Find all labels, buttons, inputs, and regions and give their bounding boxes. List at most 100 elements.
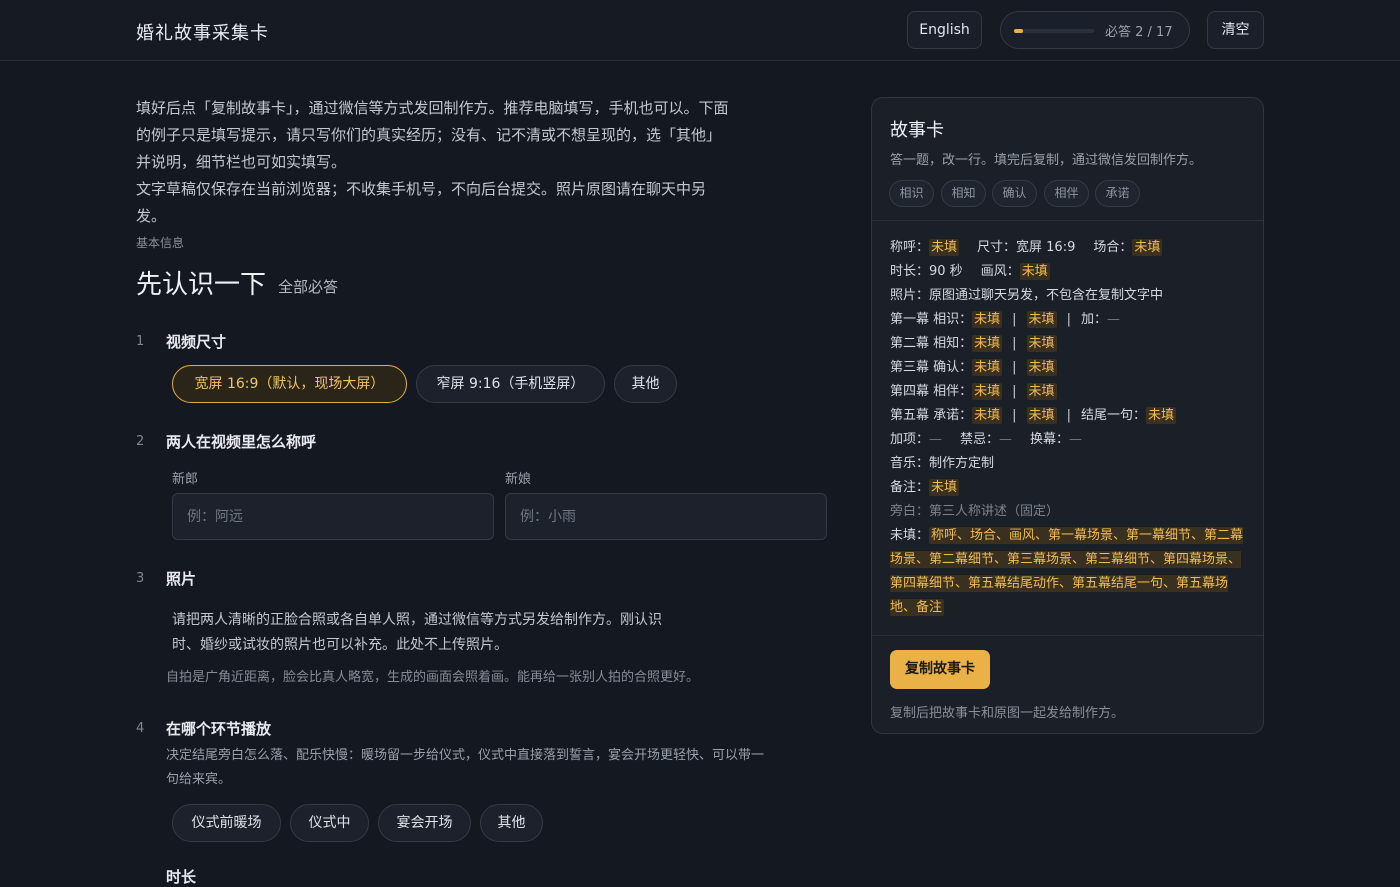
summary-line: 加项：— 禁忌：— 换幕：— <box>890 428 1250 452</box>
summary-line: 备注： 未填 <box>890 476 1250 500</box>
story-card-header: 故事卡 答一题，改一行。填完后复制，通过微信发回制作方。 相识 相知 确认 相伴… <box>872 98 1263 221</box>
pending-badge: 未填 <box>1026 311 1057 328</box>
tag-promise[interactable]: 承诺 <box>1095 180 1140 207</box>
summary-line: 第五幕 承诺： 未填 | 未填 | 结尾一句： 未填 <box>890 404 1250 428</box>
pending-badge: 未填 <box>1026 335 1057 352</box>
pending-badge: 未填 <box>1145 407 1176 424</box>
section-title: 先认识一下 <box>136 270 267 300</box>
pending-badge: 未填 <box>972 359 1003 376</box>
question-title-photos: 照片 <box>166 570 197 588</box>
summary-key: 尺寸：宽屏 16:9 <box>977 240 1076 255</box>
separator: | <box>1012 360 1017 375</box>
groom-label: 新郎 <box>172 472 199 487</box>
separator: | <box>1012 384 1017 399</box>
option-other[interactable]: 其他 <box>614 365 677 403</box>
progress-fill <box>1014 29 1024 33</box>
pending-badge: 未填 <box>1019 263 1050 280</box>
summary-line: 照片：原图通过聊天另发，不包含在复制文字中 <box>890 288 1164 303</box>
story-card-title: 故事卡 <box>890 120 944 141</box>
option-during-ceremony[interactable]: 仪式中 <box>290 804 369 842</box>
photo-instructions-line-2: 时、婚纱或试妆的照片也可以补充。此处不上传照片。 <box>172 637 508 653</box>
bride-label: 新娘 <box>505 472 532 487</box>
tag-know[interactable]: 相知 <box>941 180 986 207</box>
pending-badge: 未填 <box>972 407 1003 424</box>
photo-instructions-line-1: 请把两人清晰的正脸合照或各自单人照，通过微信等方式另发给制作方。刚认识 <box>172 612 662 628</box>
pending-badge: 未填 <box>929 479 960 496</box>
summary-key: 禁忌： <box>960 432 1000 447</box>
summary-key: 加： <box>1080 312 1107 327</box>
summary-key: 第四幕 相伴： <box>890 384 973 399</box>
summary-key: 时长：90 秒 <box>890 264 963 279</box>
tag-meet[interactable]: 相识 <box>889 180 934 207</box>
summary-key: 称呼： <box>890 240 930 255</box>
playback-description-line-2: 句给来宾。 <box>166 772 232 787</box>
summary-key: 第二幕 相知： <box>890 336 973 351</box>
copy-footnote: 复制后把故事卡和原图一起发给制作方。 <box>890 706 1125 721</box>
summary-line: 第四幕 相伴： 未填 | 未填 <box>890 380 1250 404</box>
pending-badge: 未填 <box>972 383 1003 400</box>
separator: | <box>1066 408 1071 423</box>
progress-indicator: 必答 2 / 17 <box>1000 11 1190 49</box>
option-banquet-opening[interactable]: 宴会开场 <box>378 804 471 842</box>
bride-name-input[interactable] <box>505 493 827 540</box>
tag-confirm[interactable]: 确认 <box>992 180 1037 207</box>
summary-key: 结尾一句： <box>1080 408 1146 423</box>
summary-key: 未填： <box>890 528 930 543</box>
question-title-playback: 在哪个环节播放 <box>166 720 272 738</box>
tag-together[interactable]: 相伴 <box>1044 180 1089 207</box>
option-other[interactable]: 其他 <box>480 804 543 842</box>
separator: | <box>1066 312 1071 327</box>
pending-badge: 未填 <box>972 335 1003 352</box>
summary-key: 第五幕 承诺： <box>890 408 973 423</box>
story-card-subtitle: 答一题，改一行。填完后复制，通过微信发回制作方。 <box>890 153 1203 168</box>
section-subtitle: 全部必答 <box>278 278 339 296</box>
app-title: 婚礼故事采集卡 <box>136 23 269 44</box>
summary-key: 第一幕 相识： <box>890 312 973 327</box>
playback-description-line-1: 决定结尾旁白怎么落、配乐快慢：暖场留一步给仪式，仪式中直接落到誓言，宴会开场更轻… <box>166 748 765 763</box>
question-number: 4 <box>136 721 145 736</box>
option-pre-ceremony[interactable]: 仪式前暖场 <box>172 804 281 842</box>
photo-hint: 自拍是广角近距离，脸会比真人略宽，生成的画面会照着画。能再给一张别人拍的合照更好… <box>166 670 700 685</box>
summary-line: 时长：90 秒 画风： 未填 <box>890 260 1250 284</box>
copy-story-card-button[interactable]: 复制故事卡 <box>890 650 990 689</box>
empty-dash: — <box>1106 312 1120 327</box>
option-portrait[interactable]: 窄屏 9:16（手机竖屏） <box>416 365 605 403</box>
question-number: 2 <box>136 434 145 449</box>
question-title-duration: 时长 <box>166 868 197 886</box>
summary-key: 备注： <box>890 480 930 495</box>
language-button[interactable]: English <box>907 11 982 49</box>
pending-badge: 未填 <box>1026 359 1057 376</box>
unfilled-list: 称呼、场合、画风、第一幕场景、第一幕细节、第二幕场景、第二幕细节、第三幕场景、第… <box>890 527 1244 616</box>
empty-dash: — <box>1069 432 1083 447</box>
pending-badge: 未填 <box>1026 383 1057 400</box>
groom-name-input[interactable] <box>172 493 494 540</box>
summary-line: 第三幕 确认： 未填 | 未填 <box>890 356 1250 380</box>
clear-button[interactable]: 清空 <box>1207 11 1264 49</box>
summary-unfilled: 未填： 称呼、场合、画风、第一幕场景、第一幕细节、第二幕场景、第二幕细节、第三幕场… <box>890 524 1250 620</box>
story-card-summary: 称呼： 未填 尺寸：宽屏 16:9 场合： 未填 时长：90 秒画风： 未填 照片：原图通… <box>890 236 1250 620</box>
question-title-video-size: 视频尺寸 <box>166 333 227 351</box>
question-number: 1 <box>136 334 145 349</box>
section-eyebrow: 基本信息 <box>136 236 185 250</box>
progress-track <box>1014 29 1094 33</box>
intro-text: 填好后点「复制故事卡」，通过微信等方式发回制作方。推荐电脑填写，手机也可以。下面… <box>136 95 731 230</box>
question-title-names: 两人在视频里怎么称呼 <box>166 433 317 451</box>
separator: | <box>1012 408 1017 423</box>
story-card: 故事卡 答一题，改一行。填完后复制，通过微信发回制作方。 相识 相知 确认 相伴… <box>871 97 1264 734</box>
empty-dash: — <box>929 432 943 447</box>
separator: | <box>1012 312 1017 327</box>
separator: | <box>1012 336 1017 351</box>
question-number: 3 <box>136 571 145 586</box>
empty-dash: — <box>999 432 1013 447</box>
pending-badge: 未填 <box>1132 239 1163 256</box>
summary-key: 第三幕 确认： <box>890 360 973 375</box>
summary-key: 画风： <box>980 264 1020 279</box>
intro-paragraph-1: 填好后点「复制故事卡」，通过微信等方式发回制作方。推荐电脑填写，手机也可以。下面… <box>136 99 729 171</box>
story-card-footer: 复制故事卡 复制后把故事卡和原图一起发给制作方。 <box>872 635 1263 733</box>
top-bar: 婚礼故事采集卡 English 必答 2 / 17 清空 <box>0 0 1400 61</box>
summary-line: 称呼： 未填 尺寸：宽屏 16:9 场合： 未填 <box>890 236 1250 260</box>
summary-key: 场合： <box>1093 240 1133 255</box>
summary-line: 音乐：制作方定制 <box>890 456 995 471</box>
option-widescreen[interactable]: 宽屏 16:9（默认，现场大屏） <box>172 365 407 403</box>
summary-key: 加项： <box>890 432 930 447</box>
